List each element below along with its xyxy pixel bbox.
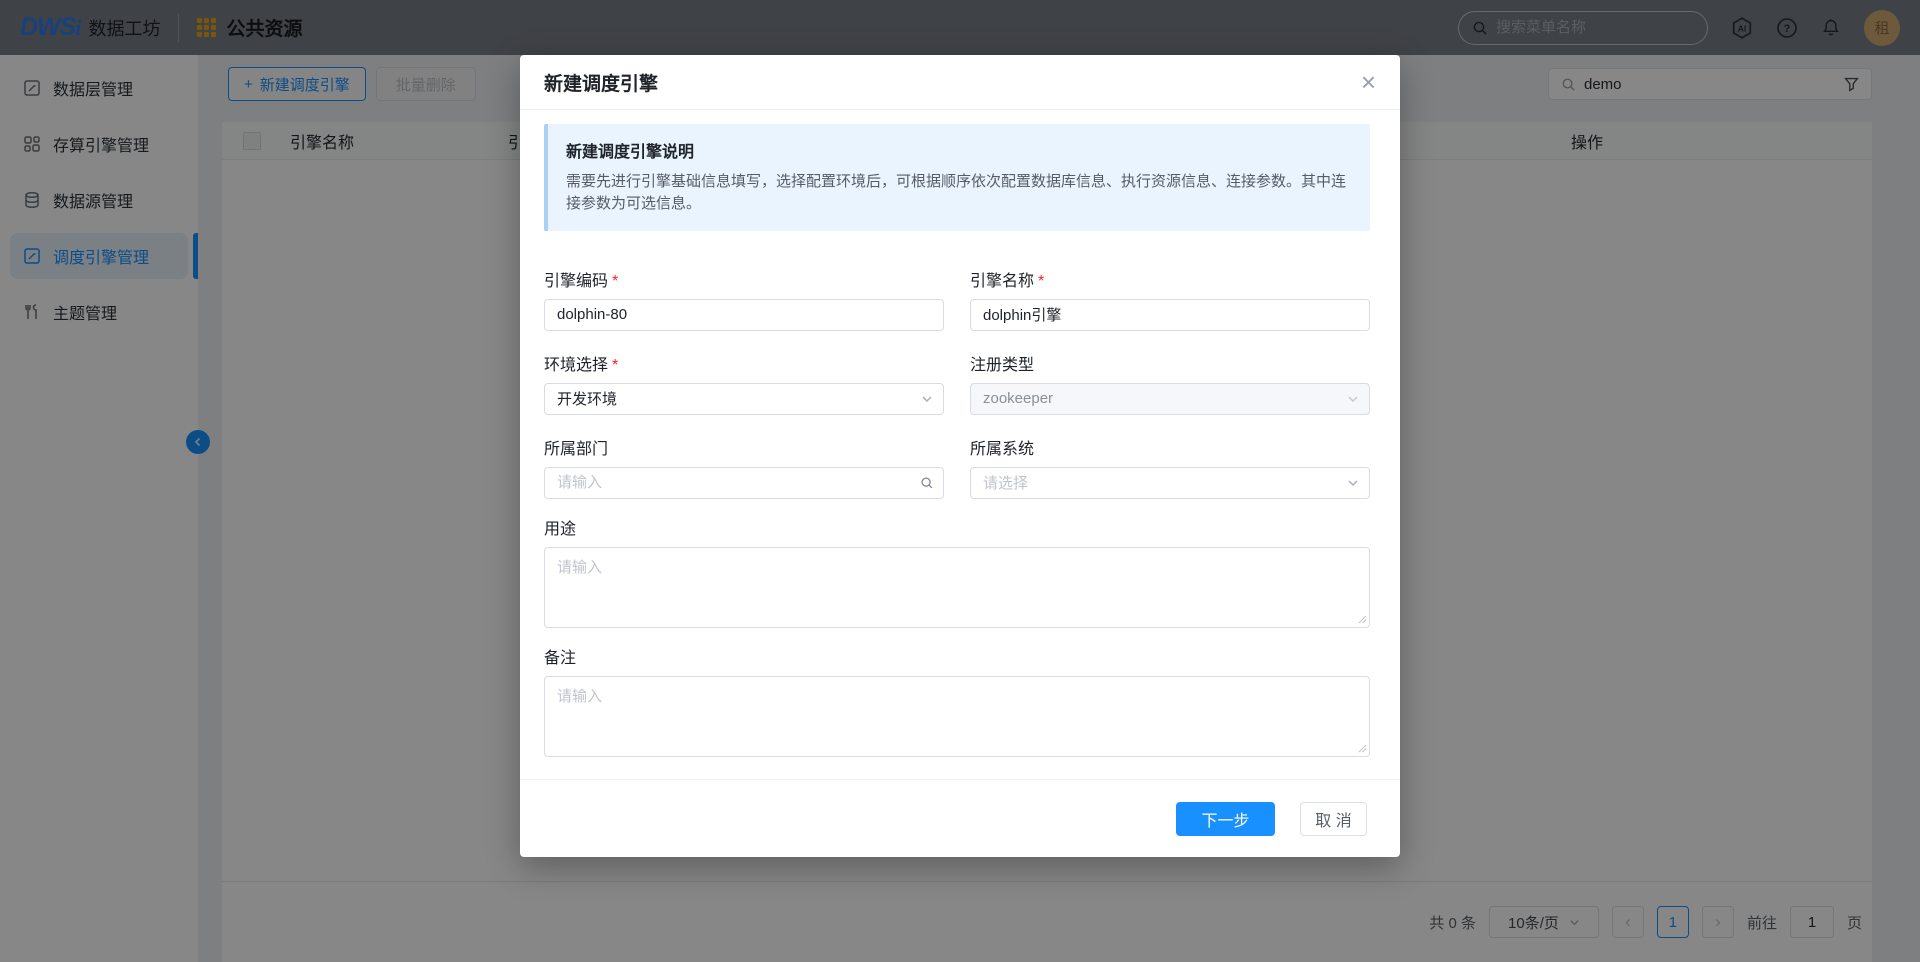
usage-textarea[interactable] <box>544 546 1370 628</box>
search-icon <box>920 476 934 490</box>
info-banner: 新建调度引擎说明 需要先进行引擎基础信息填写，选择配置环境后，可根据顺序依次配置… <box>544 124 1370 231</box>
next-step-button[interactable]: 下一步 <box>1176 801 1275 836</box>
engine-code-input[interactable] <box>544 298 944 331</box>
create-engine-modal: 新建调度引擎 × 新建调度引擎说明 需要先进行引擎基础信息填写，选择配置环境后，… <box>520 55 1400 857</box>
modal-title: 新建调度引擎 <box>544 73 659 95</box>
env-label: 环境选择 * <box>544 356 619 374</box>
cancel-button[interactable]: 取 消 <box>1300 801 1367 836</box>
env-select[interactable]: 开发环境 <box>544 382 944 415</box>
close-icon[interactable]: × <box>1361 69 1376 95</box>
usage-label: 用途 <box>544 520 577 538</box>
system-label: 所属系统 <box>970 440 1035 458</box>
department-label: 所属部门 <box>544 440 609 458</box>
required-mark: * <box>1038 272 1045 290</box>
engine-code-label: 引擎编码 * <box>544 272 619 290</box>
chevron-down-icon <box>1347 477 1359 489</box>
remark-label: 备注 <box>544 649 577 667</box>
chevron-down-icon <box>921 393 933 405</box>
remark-textarea[interactable] <box>544 675 1370 757</box>
required-mark: * <box>612 356 619 374</box>
department-input[interactable] <box>544 466 944 499</box>
reg-type-label: 注册类型 <box>970 356 1035 374</box>
engine-name-label: 引擎名称 * <box>970 272 1045 290</box>
engine-name-input[interactable] <box>970 298 1370 331</box>
required-mark: * <box>612 272 619 290</box>
system-select[interactable]: 请选择 <box>970 466 1370 499</box>
info-banner-title: 新建调度引擎说明 <box>566 144 695 161</box>
chevron-down-icon <box>1347 393 1359 405</box>
reg-type-select[interactable]: zookeeper <box>970 382 1370 415</box>
info-banner-text: 需要先进行引擎基础信息填写，选择配置环境后，可根据顺序依次配置数据库信息、执行资… <box>566 173 1347 212</box>
